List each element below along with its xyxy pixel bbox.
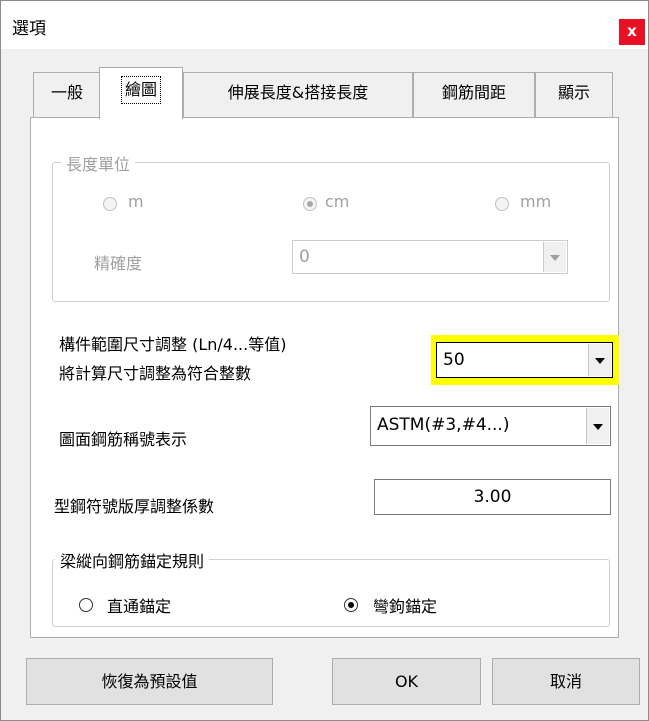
member-range-label-line1: 構件範圍尺寸調整 (Ln/4...等值) [59,335,287,354]
tab-development-lap-length[interactable]: 伸展長度&搭接長度 [183,72,413,117]
unit-mm-radio[interactable] [495,197,509,211]
tab-rebar-spacing[interactable]: 鋼筋間距 [413,72,535,117]
rebar-notation-value: ASTM(#3,#4...) [377,415,510,435]
member-range-select[interactable]: 50 [436,342,613,378]
radio-selected-dot [348,602,354,608]
beam-anchor-group-title: 梁縱向鋼筋錨定規則 [55,548,210,572]
tab-general-label: 一般 [50,83,83,102]
tab-drawing-label: 繪圖 [120,76,161,104]
chevron-down-icon [550,255,560,261]
close-icon: x [627,22,637,40]
steel-coefficient-input[interactable]: 3.00 [374,479,611,515]
unit-cm-label: cm [325,192,350,211]
tab-development-lap-length-label: 伸展長度&搭接長度 [227,83,369,102]
tab-general[interactable]: 一般 [33,72,101,117]
tab-display[interactable]: 顯示 [535,72,613,117]
precision-value: 0 [299,247,310,267]
tab-display-label: 顯示 [557,83,590,102]
precision-dropdown-button[interactable] [543,242,566,272]
anchor-hook-label: 彎鉤錨定 [373,597,438,616]
unit-m-radio[interactable] [103,197,117,211]
member-range-dropdown-button[interactable] [588,344,611,376]
anchor-straight-label: 直通錨定 [107,597,172,616]
radio-selected-dot [307,201,313,207]
ok-button[interactable]: OK [332,658,481,705]
rebar-notation-dropdown-button[interactable] [586,408,609,444]
ok-label: OK [394,672,419,691]
rebar-notation-select[interactable]: ASTM(#3,#4...) [370,406,611,446]
chevron-down-icon [595,358,605,364]
tab-drawing[interactable]: 繪圖 [99,67,183,119]
steel-coefficient-label: 型鋼符號版厚調整係數 [54,497,215,516]
anchor-straight-radio[interactable] [79,598,93,612]
anchor-hook-radio[interactable] [344,598,358,612]
options-dialog: 選項 x 一般 繪圖 伸展長度&搭接長度 鋼筋間距 顯示 長度單位 m cm m… [0,0,649,721]
length-unit-group-title: 長度單位 [61,151,136,175]
rebar-notation-label: 圖面鋼筋稱號表示 [59,430,188,449]
reset-defaults-button[interactable]: 恢復為預設值 [26,658,273,705]
member-range-label-line2: 將計算尺寸調整為符合整數 [59,364,252,383]
unit-cm-radio[interactable] [303,197,317,211]
unit-m-label: m [128,192,144,211]
title-bar: 選項 x [1,1,648,49]
precision-select[interactable]: 0 [292,240,568,274]
cancel-button[interactable]: 取消 [492,658,640,705]
dialog-title: 選項 [12,19,46,39]
steel-coefficient-value: 3.00 [473,487,512,507]
length-unit-group [52,162,610,302]
member-range-value: 50 [443,350,465,370]
tab-rebar-spacing-label: 鋼筋間距 [441,83,506,102]
cancel-label: 取消 [549,672,582,691]
reset-defaults-label: 恢復為預設值 [101,672,198,691]
unit-mm-label: mm [520,192,552,211]
close-button[interactable]: x [619,19,645,45]
tab-panel-drawing: 長度單位 m cm mm 精確度 0 構件範圍尺寸調整 (Ln/4...等值) … [30,117,619,638]
precision-label: 精確度 [94,254,143,273]
chevron-down-icon [593,424,603,430]
